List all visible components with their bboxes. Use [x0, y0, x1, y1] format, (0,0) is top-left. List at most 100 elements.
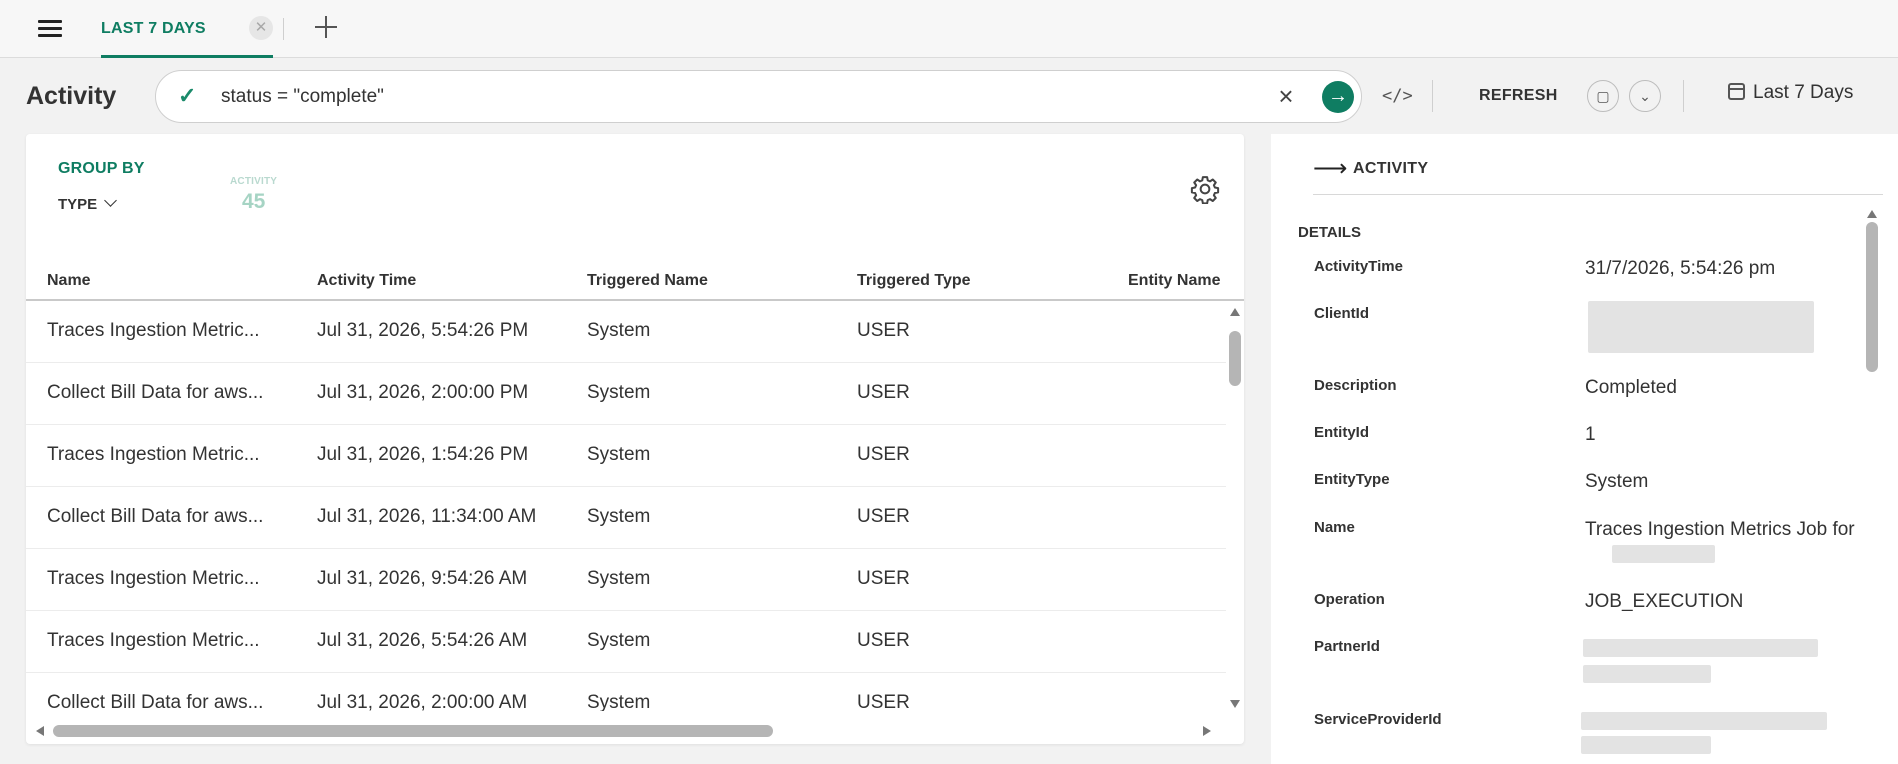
column-header[interactable]: Triggered Name — [587, 272, 708, 290]
run-query-button[interactable]: → — [1322, 81, 1354, 113]
page-title: Activity — [26, 82, 117, 110]
cell-triggered-name: System — [587, 692, 651, 711]
cell-triggered-type: USER — [857, 444, 910, 465]
table-row[interactable]: Traces Ingestion Metric... Jul 31, 2026,… — [26, 425, 1226, 487]
scroll-up-icon[interactable] — [1867, 210, 1877, 218]
table-row[interactable]: Traces Ingestion Metric... Jul 31, 2026,… — [26, 611, 1226, 673]
group-by-select[interactable]: TYPE — [58, 194, 118, 213]
add-tab-icon[interactable] — [312, 12, 340, 44]
date-range-button[interactable]: Last 7 Days — [1728, 82, 1853, 104]
cell-name: Traces Ingestion Metric... — [47, 630, 260, 651]
clear-query-icon[interactable]: × — [1274, 82, 1298, 110]
detail-panel: ⟶ ACTIVITY DETAILS ActivityTime 31/7/202… — [1271, 134, 1898, 764]
cell-name: Traces Ingestion Metric... — [47, 444, 260, 465]
cell-triggered-name: System — [587, 630, 651, 651]
horizontal-scrollbar[interactable] — [26, 722, 1244, 740]
column-header[interactable]: Name — [47, 272, 91, 290]
table-header: Name Activity Time Triggered Name Trigge… — [26, 258, 1244, 301]
scroll-right-icon[interactable] — [1203, 726, 1211, 736]
column-header[interactable]: Triggered Type — [857, 272, 971, 290]
detail-value: 31/7/2026, 5:54:26 pm — [1585, 258, 1776, 279]
calendar-icon — [1728, 83, 1745, 100]
detail-key: Operation — [1314, 591, 1385, 608]
cell-triggered-name: System — [587, 506, 651, 527]
cell-time: Jul 31, 2026, 1:54:26 PM — [317, 444, 529, 465]
cell-time: Jul 31, 2026, 5:54:26 PM — [317, 320, 529, 341]
stop-icon[interactable]: ▢ — [1587, 80, 1619, 112]
cell-time: Jul 31, 2026, 2:00:00 AM — [317, 692, 528, 711]
query-input[interactable] — [221, 85, 1221, 109]
scrollbar-thumb[interactable] — [53, 725, 773, 737]
cell-triggered-name: System — [587, 444, 651, 465]
tab-last-7-days[interactable]: LAST 7 DAYS ✕ — [101, 0, 273, 58]
scroll-left-icon[interactable] — [36, 726, 44, 736]
table-row[interactable]: Collect Bill Data for aws... Jul 31, 202… — [26, 487, 1226, 549]
divider — [283, 18, 284, 40]
detail-value: 1 — [1585, 424, 1596, 445]
scrollbar-thumb[interactable] — [1229, 331, 1241, 386]
activity-table-card: GROUP BY TYPE ACTIVITY 45 Name Activity … — [26, 134, 1244, 744]
cell-triggered-name: System — [587, 568, 651, 589]
cell-name: Collect Bill Data for aws... — [47, 506, 264, 527]
redacted-value — [1588, 301, 1814, 353]
chevron-down-icon — [104, 194, 118, 207]
detail-value: System — [1585, 471, 1649, 492]
panel-scrollbar[interactable] — [1863, 206, 1881, 764]
scroll-down-icon[interactable] — [1230, 700, 1240, 708]
cell-time: Jul 31, 2026, 9:54:26 AM — [317, 568, 528, 589]
arrow-right-icon[interactable]: ⟶ — [1313, 154, 1347, 183]
cell-time: Jul 31, 2026, 11:34:00 AM — [317, 506, 537, 527]
cell-name: Traces Ingestion Metric... — [47, 568, 260, 589]
group-by-value: TYPE — [58, 196, 98, 213]
detail-key: EntityType — [1314, 471, 1390, 488]
divider — [1683, 80, 1684, 112]
redacted-value — [1581, 712, 1827, 730]
detail-key: Name — [1314, 519, 1355, 536]
cell-name: Traces Ingestion Metric... — [47, 320, 260, 341]
chevron-down-icon[interactable]: ⌄ — [1629, 80, 1661, 112]
table-row[interactable]: Traces Ingestion Metric... Jul 31, 2026,… — [26, 301, 1226, 363]
detail-key: ClientId — [1314, 305, 1369, 322]
panel-header: ⟶ ACTIVITY — [1313, 155, 1883, 195]
cell-time: Jul 31, 2026, 5:54:26 AM — [317, 630, 528, 651]
redacted-value — [1583, 639, 1818, 657]
cell-time: Jul 31, 2026, 2:00:00 PM — [317, 382, 529, 403]
close-icon[interactable]: ✕ — [249, 16, 273, 40]
tab-bar: LAST 7 DAYS ✕ — [0, 0, 1898, 58]
scroll-up-icon[interactable] — [1230, 308, 1240, 316]
cell-triggered-name: System — [587, 382, 651, 403]
gear-icon[interactable] — [1190, 174, 1220, 204]
detail-value: Traces Ingestion Metrics Job for — [1585, 519, 1855, 540]
cell-name: Collect Bill Data for aws... — [47, 382, 264, 403]
table-body: Traces Ingestion Metric... Jul 31, 2026,… — [26, 301, 1226, 711]
panel-title: ACTIVITY — [1353, 160, 1429, 177]
cell-triggered-type: USER — [857, 382, 910, 403]
table-row[interactable]: Collect Bill Data for aws... Jul 31, 202… — [26, 363, 1226, 425]
column-header[interactable]: Entity Name — [1128, 272, 1220, 290]
table-row[interactable]: Collect Bill Data for aws... Jul 31, 202… — [26, 673, 1226, 711]
cell-triggered-name: System — [587, 320, 651, 341]
vertical-scrollbar[interactable] — [1226, 304, 1244, 712]
detail-key: ActivityTime — [1314, 258, 1403, 275]
table-row[interactable]: Traces Ingestion Metric... Jul 31, 2026,… — [26, 549, 1226, 611]
detail-value: JOB_EXECUTION — [1585, 591, 1744, 612]
divider — [1432, 80, 1433, 112]
cell-triggered-type: USER — [857, 506, 910, 527]
cell-triggered-type: USER — [857, 630, 910, 651]
group-by-title: GROUP BY — [58, 160, 145, 177]
redacted-value — [1581, 736, 1711, 754]
scrollbar-thumb[interactable] — [1866, 222, 1878, 372]
details-title: DETAILS — [1298, 224, 1362, 241]
menu-icon[interactable] — [38, 18, 62, 40]
detail-value: Completed — [1585, 377, 1677, 398]
cell-triggered-type: USER — [857, 692, 910, 711]
detail-key: ServiceProviderId — [1314, 711, 1442, 728]
code-view-icon[interactable]: </> — [1382, 83, 1413, 109]
column-header[interactable]: Activity Time — [317, 272, 416, 290]
refresh-button[interactable]: REFRESH — [1479, 87, 1558, 105]
detail-key: EntityId — [1314, 424, 1369, 441]
cell-name: Collect Bill Data for aws... — [47, 692, 264, 711]
detail-key: Description — [1314, 377, 1397, 394]
cell-triggered-type: USER — [857, 320, 910, 341]
detail-key: PartnerId — [1314, 638, 1380, 655]
